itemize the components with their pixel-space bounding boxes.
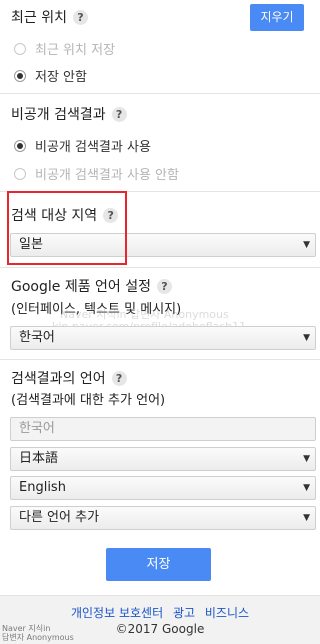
recent-location-title-text: 최근 위치 — [11, 10, 67, 26]
radio-use-private-results[interactable]: 비공개 검색결과 사용 — [14, 136, 151, 155]
footer-links: 개인정보 보호센터 광고 비즈니스 — [0, 604, 320, 621]
radio-do-not-save[interactable]: 저장 안함 — [14, 66, 87, 85]
radio-label: 최근 위치 저장 — [35, 43, 116, 58]
result-language-value: 한국어 — [19, 421, 55, 436]
divider — [0, 191, 320, 192]
result-language-title-text: 검색결과의 언어 — [11, 371, 106, 387]
business-link[interactable]: 비즈니스 — [205, 606, 249, 620]
result-language-subtitle: (검색결과에 대한 추가 언어) — [11, 393, 166, 408]
ads-link[interactable]: 광고 — [173, 606, 195, 620]
radio-unchecked-icon — [14, 168, 26, 180]
radio-label: 비공개 검색결과 사용 — [35, 140, 151, 155]
dropdown-arrow-icon: ▼ — [303, 240, 310, 250]
save-button[interactable]: 저장 — [106, 548, 211, 581]
help-icon[interactable]: ? — [157, 279, 172, 294]
dropdown-arrow-icon: ▼ — [303, 454, 310, 464]
search-region-title: 검색 대상 지역? — [11, 205, 119, 225]
product-language-select[interactable]: 한국어 ▼ — [10, 326, 316, 350]
search-region-value: 일본 — [19, 237, 43, 252]
add-language-value: 다른 언어 추가 — [19, 510, 100, 525]
privacy-link[interactable]: 개인정보 보호센터 — [71, 606, 163, 620]
help-icon[interactable]: ? — [103, 208, 119, 223]
add-language-select[interactable]: 다른 언어 추가 ▼ — [10, 506, 316, 530]
dropdown-arrow-icon: ▼ — [303, 333, 310, 343]
divider — [0, 267, 320, 268]
help-icon[interactable]: ? — [111, 371, 127, 386]
radio-save-recent-location[interactable]: 최근 위치 저장 — [14, 39, 115, 58]
radio-label: 비공개 검색결과 사용 안함 — [35, 168, 179, 183]
help-icon[interactable]: ? — [111, 107, 127, 122]
private-results-title: 비공개 검색결과? — [11, 104, 127, 124]
dropdown-arrow-icon: ▼ — [303, 483, 310, 493]
help-icon[interactable]: ? — [72, 10, 88, 25]
radio-no-private-results[interactable]: 비공개 검색결과 사용 안함 — [14, 164, 179, 183]
result-language-select[interactable]: 日本語 ▼ — [10, 447, 316, 471]
corner-watermark-line-2: 답변자 Anonymous — [2, 633, 74, 642]
divider — [0, 359, 320, 360]
clear-history-button[interactable]: 지우기 — [250, 4, 304, 31]
result-language-primary: 한국어 — [10, 417, 316, 441]
product-language-title: Google 제품 언어 설정? — [11, 276, 172, 296]
private-results-title-text: 비공개 검색결과 — [11, 107, 106, 123]
radio-checked-icon — [14, 140, 26, 152]
product-language-value: 한국어 — [19, 330, 55, 345]
result-language-select[interactable]: English ▼ — [10, 476, 316, 500]
result-language-value: English — [19, 480, 66, 495]
result-language-value: 日本語 — [19, 451, 59, 466]
product-language-title-text: Google 제품 언어 설정 — [11, 279, 151, 295]
result-language-title: 검색결과의 언어? — [11, 368, 127, 388]
product-language-subtitle: (인터페이스, 텍스트 및 메시지) — [11, 302, 182, 317]
radio-label: 저장 안함 — [35, 70, 87, 85]
divider — [0, 93, 320, 94]
dropdown-arrow-icon: ▼ — [303, 513, 310, 523]
search-region-select[interactable]: 일본 ▼ — [10, 233, 316, 257]
radio-unchecked-icon — [14, 43, 26, 55]
search-region-title-text: 검색 대상 지역 — [11, 208, 98, 224]
radio-checked-icon — [14, 70, 26, 82]
recent-location-title: 최근 위치? — [11, 7, 88, 27]
corner-watermark-line-1: Naver 지식in — [2, 624, 51, 633]
